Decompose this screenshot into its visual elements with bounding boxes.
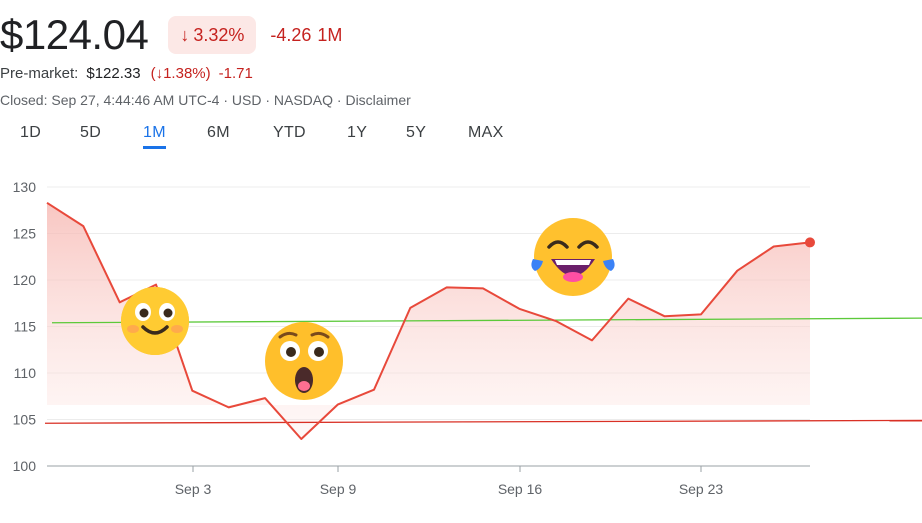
- y-tick-label: 105: [13, 412, 37, 428]
- last-price-dot[interactable]: [805, 237, 815, 248]
- y-tick-label: 100: [13, 458, 37, 474]
- astonished-face-emoji: [265, 322, 343, 400]
- y-tick-label: 130: [13, 179, 37, 195]
- y-tick-label: 120: [13, 272, 37, 288]
- y-tick-label: 115: [14, 319, 37, 335]
- x-tick-label: Sep 16: [498, 481, 543, 497]
- x-tick-label: Sep 3: [175, 481, 212, 497]
- smiling-face-emoji: [121, 287, 189, 355]
- red-reference-line: [44, 419, 922, 424]
- y-tick-label: 110: [14, 365, 37, 381]
- x-axis-labels: Sep 3 Sep 9 Sep 16 Sep 23: [175, 466, 724, 497]
- x-tick-label: Sep 23: [679, 481, 724, 497]
- y-axis-labels: 130 125 120 115 110 105 100: [13, 179, 37, 474]
- price-chart[interactable]: 130125120115110105100 Sep 3 Sep 9 Sep 16 Se…: [0, 0, 922, 523]
- laughing-face-emoji: [531, 218, 615, 296]
- x-tick-label: Sep 9: [320, 481, 357, 497]
- y-tick-label: 125: [13, 226, 37, 242]
